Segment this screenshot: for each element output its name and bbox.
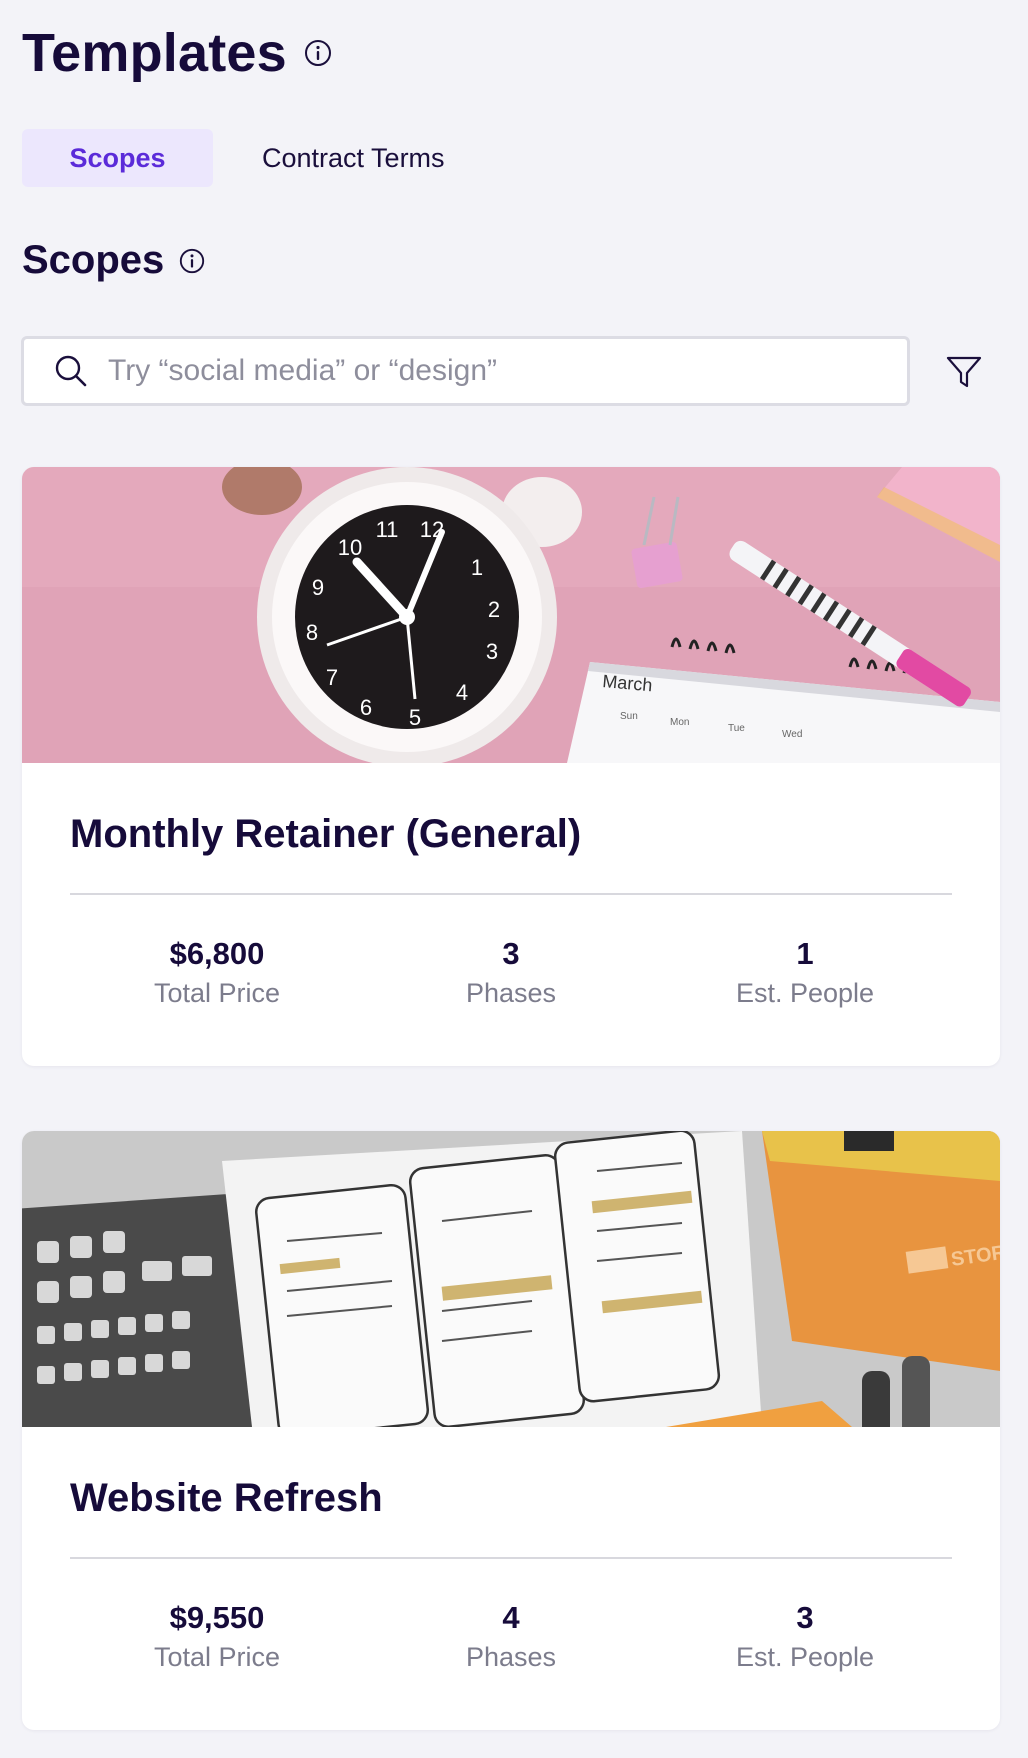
info-circle-icon[interactable]	[303, 38, 333, 68]
svg-text:11: 11	[376, 517, 399, 542]
svg-text:7: 7	[326, 665, 338, 690]
stat-phases: 3 Phases	[381, 933, 641, 1009]
svg-text:1: 1	[471, 555, 483, 580]
svg-text:10: 10	[338, 535, 362, 560]
stat-total-price: $9,550 Total Price	[87, 1597, 347, 1673]
info-circle-icon[interactable]	[178, 247, 206, 275]
search-icon	[54, 354, 88, 388]
stat-label: Phases	[465, 1642, 557, 1672]
stat-label: Total Price	[153, 978, 281, 1008]
svg-text:Wed: Wed	[782, 729, 802, 740]
stat-phases: 4 Phases	[381, 1597, 641, 1673]
svg-text:Sun: Sun	[620, 711, 638, 722]
svg-text:6: 6	[360, 695, 372, 720]
svg-text:4: 4	[456, 680, 468, 705]
search-box	[21, 336, 910, 406]
alarm-clock-photo: March SunMonTueWed 111098 76 54 32112	[22, 467, 1000, 763]
card-divider	[70, 1557, 952, 1559]
svg-text:Tue: Tue	[728, 723, 745, 734]
section-header: Scopes	[22, 238, 206, 283]
stat-value: 1	[796, 936, 814, 971]
stat-value: 3	[502, 936, 520, 971]
stat-label: Total Price	[153, 1642, 281, 1672]
stat-value: $9,550	[169, 1600, 265, 1635]
svg-text:3: 3	[486, 639, 498, 664]
stat-est-people: 1 Est. People	[675, 933, 935, 1009]
filter-icon[interactable]	[944, 352, 984, 392]
wireframe-sketches-photo: STORE	[22, 1131, 1000, 1427]
card-image-alarm-clock: March Sun Mon Tue Wed 11 10 9 8 7 6 5 4 …	[22, 467, 1000, 763]
scope-card[interactable]: STORE Website Refresh $9,550 Total Price…	[22, 1131, 1000, 1730]
stat-value: 3	[796, 1600, 814, 1635]
tab-scopes[interactable]: Scopes	[22, 129, 213, 187]
tab-contract-terms[interactable]: Contract Terms	[262, 129, 445, 187]
card-title: Website Refresh	[70, 1476, 383, 1520]
card-divider	[70, 893, 952, 895]
section-title: Scopes	[22, 238, 165, 282]
svg-text:9: 9	[312, 575, 324, 600]
search-input[interactable]	[108, 354, 888, 388]
page-title: Templates	[22, 23, 287, 83]
stat-label: Est. People	[735, 978, 875, 1008]
card-title: Monthly Retainer (General)	[70, 812, 582, 856]
stat-label: Est. People	[735, 1642, 875, 1672]
card-stats: $6,800 Total Price 3 Phases 1 Est. Peopl…	[22, 933, 1000, 1023]
stat-value: $6,800	[169, 936, 265, 971]
svg-text:Mon: Mon	[670, 717, 689, 728]
stat-total-price: $6,800 Total Price	[87, 933, 347, 1009]
scope-card[interactable]: March Sun Mon Tue Wed 11 10 9 8 7 6 5 4 …	[22, 467, 1000, 1066]
tab-bar: Scopes Contract Terms	[22, 129, 445, 187]
stat-value: 4	[502, 1600, 520, 1635]
stat-label: Phases	[465, 978, 557, 1008]
svg-text:2: 2	[488, 597, 500, 622]
svg-text:5: 5	[409, 705, 421, 730]
card-stats: $9,550 Total Price 4 Phases 3 Est. Peopl…	[22, 1597, 1000, 1687]
stat-est-people: 3 Est. People	[675, 1597, 935, 1673]
svg-text:8: 8	[306, 620, 318, 645]
templates-page: Templates Scopes Contract Terms Scopes T…	[0, 0, 1028, 1758]
card-image-wireframes: STORE	[22, 1131, 1000, 1427]
page-header: Templates	[22, 22, 333, 84]
